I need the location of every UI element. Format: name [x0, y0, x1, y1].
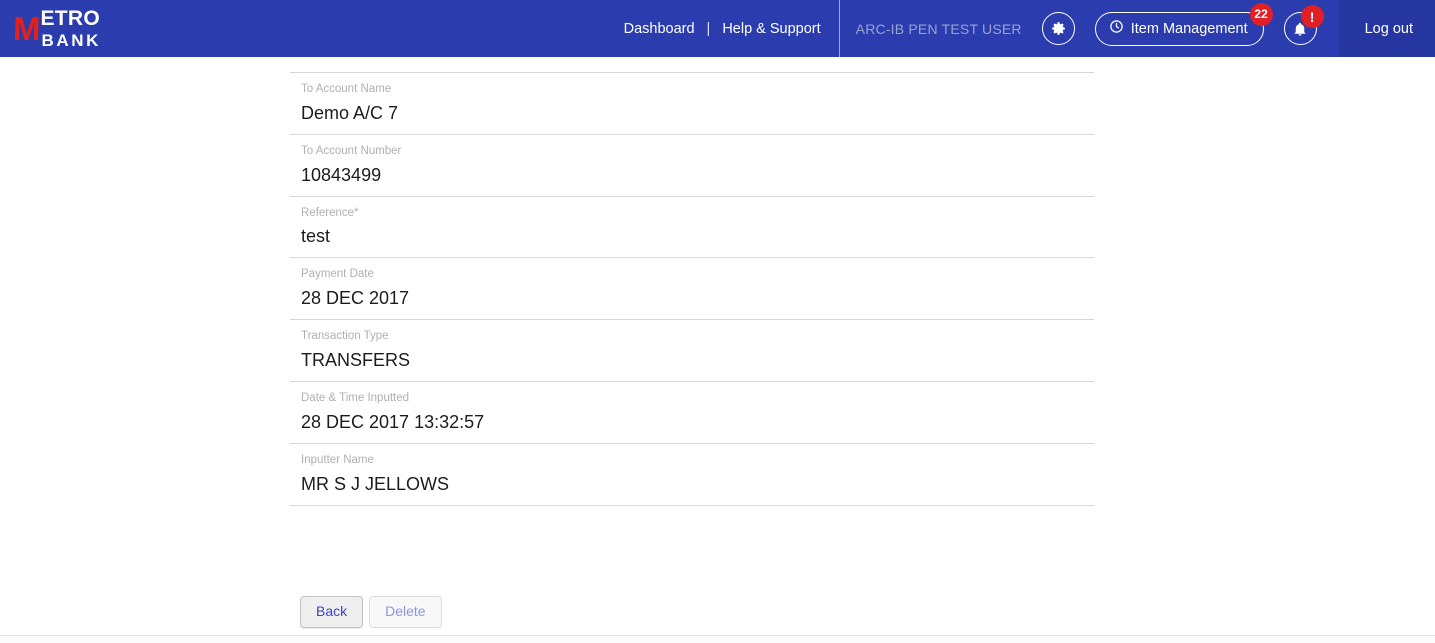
form-field: To Account Name Demo A/C 7 — [290, 73, 1094, 135]
form-field: Transaction Type TRANSFERS — [290, 320, 1094, 382]
gear-icon[interactable] — [1041, 12, 1075, 45]
header-divider — [838, 0, 840, 57]
nav-link-help-support[interactable]: Help & Support — [722, 21, 820, 37]
field-value: Demo A/C 7 — [301, 102, 399, 123]
logo-m-mark: M — [12, 10, 41, 47]
field-label: Payment Date — [301, 268, 374, 281]
payment-detail-form: Amount£0.01To Account NameDemo A/C 7To A… — [290, 40, 1094, 506]
form-actions: Back Delete — [300, 596, 442, 629]
field-label: To Account Number — [301, 144, 402, 157]
notification-alert-badge: ! — [1300, 5, 1324, 28]
field-value: 28 DEC 2017 13:32:57 — [301, 411, 485, 432]
field-value: test — [301, 226, 331, 247]
field-value: TRANSFERS — [301, 349, 411, 370]
form-field: Payment Date 28 DEC 2017 — [290, 258, 1094, 321]
form-field: Reference* test — [290, 197, 1094, 259]
current-user-label: ARC-IB PEN TEST USER — [855, 20, 1022, 37]
delete-button[interactable]: Delete — [369, 596, 442, 629]
notifications-wrapper: ! — [1283, 5, 1324, 45]
footer — [0, 636, 1435, 643]
item-management-count-badge: 22 — [1249, 2, 1273, 26]
field-label: Date & Time Inputted — [301, 391, 410, 404]
back-button[interactable]: Back — [300, 596, 364, 629]
field-label: Transaction Type — [301, 330, 389, 343]
field-value: 10843499 — [301, 164, 382, 185]
logo-etro-text: ETRO — [40, 7, 101, 30]
logout-container: Log out — [1338, 0, 1435, 57]
top-navigation-bar: M ETRO BANK Dashboard | Help & Support A… — [0, 0, 1435, 57]
item-management-wrapper: Item Management 22 — [1094, 2, 1273, 46]
nav-link-dashboard[interactable]: Dashboard — [624, 21, 695, 37]
field-label: Inputter Name — [301, 453, 374, 466]
item-management-label: Item Management — [1130, 20, 1248, 37]
field-value: 28 DEC 2017 — [301, 288, 410, 309]
metro-bank-logo[interactable]: M ETRO BANK — [12, 8, 102, 49]
logout-link[interactable]: Log out — [1365, 21, 1413, 37]
logo-wordmark: ETRO BANK — [41, 8, 102, 49]
logo-bank-text: BANK — [41, 31, 102, 50]
field-value: MR S J JELLOWS — [301, 473, 450, 494]
field-label: To Account Name — [301, 83, 392, 95]
field-label: Reference* — [301, 206, 359, 219]
form-field: To Account Number 10843499 — [290, 135, 1094, 197]
clock-icon — [1109, 19, 1124, 38]
form-field: Inputter Name MR S J JELLOWS — [290, 444, 1094, 506]
nav-separator: | — [706, 20, 711, 37]
header-right-group: Dashboard | Help & Support ARC-IB PEN TE… — [624, 0, 1435, 57]
form-field: Date & Time Inputted 28 DEC 2017 13:32:57 — [290, 382, 1094, 444]
item-management-button[interactable]: Item Management — [1094, 11, 1264, 46]
